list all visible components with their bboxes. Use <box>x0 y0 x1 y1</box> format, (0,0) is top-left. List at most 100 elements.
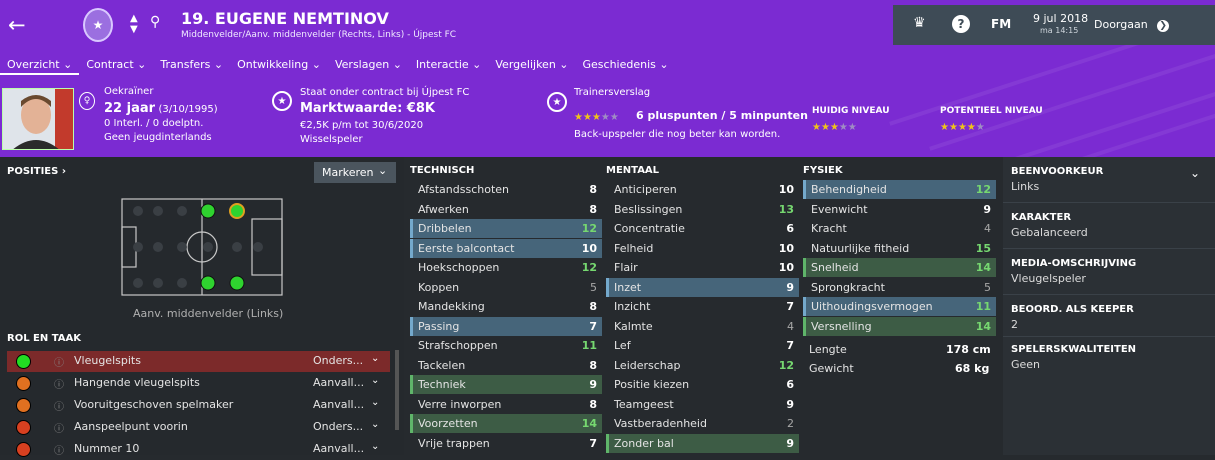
role-row[interactable]: ⓘ Hangende vleugelspits Aanvall... ⌄ <box>7 373 390 394</box>
attribute-name: Strafschoppen <box>418 339 498 352</box>
attribute-row[interactable]: Felheid 10 <box>606 239 799 258</box>
player-switch-arrows-icon[interactable]: ▲ ▼ <box>130 13 138 35</box>
attribute-row[interactable]: Positie kiezen 6 <box>606 375 799 394</box>
attribute-row[interactable]: Sprongkracht 5 <box>803 278 996 297</box>
role-duty[interactable]: Onders... <box>313 420 363 433</box>
attribute-row[interactable]: Inzicht 7 <box>606 297 799 316</box>
divider <box>1003 294 1215 295</box>
info-icon[interactable]: ⓘ <box>54 398 64 413</box>
attribute-row[interactable]: Verre inworpen 8 <box>410 395 602 414</box>
attribute-row[interactable]: Natuurlijke fitheid 15 <box>803 239 996 258</box>
attribute-row[interactable]: Snelheid 14 <box>803 258 996 277</box>
role-duty[interactable]: Aanvall... <box>313 398 364 411</box>
attribute-row[interactable]: Beslissingen 13 <box>606 200 799 219</box>
attribute-value: 14 <box>975 319 991 333</box>
attribute-row[interactable]: Voorzetten 14 <box>410 414 602 433</box>
info-icon[interactable]: ⓘ <box>54 376 64 391</box>
attribute-value: 14 <box>975 261 991 274</box>
role-row[interactable]: ⓘ Vooruitgeschoven spelmaker Aanvall... ⌄ <box>7 395 390 416</box>
attribute-row[interactable]: Teamgeest 9 <box>606 395 799 414</box>
attribute-row[interactable]: Tackelen 8 <box>410 356 602 375</box>
tab-transfers[interactable]: Transfers ⌄ <box>153 58 230 75</box>
attribute-row[interactable]: Techniek 9 <box>410 375 602 394</box>
attribute-value: 6 <box>786 222 794 235</box>
coach-rating-stars: ★★★★★ <box>574 110 619 123</box>
fm-button[interactable]: FM <box>991 17 1011 31</box>
marker-dropdown[interactable]: Markeren ⌄ <box>314 162 396 183</box>
attribute-row[interactable]: Afwerken 8 <box>410 200 602 219</box>
role-row[interactable]: ⓘ Aanspeelpunt voorin Onders... ⌄ <box>7 417 390 438</box>
attribute-row[interactable]: Dribbelen 12 <box>410 219 602 238</box>
info-icon[interactable]: ⓘ <box>54 420 64 435</box>
role-name: Vooruitgeschoven spelmaker <box>74 398 234 411</box>
trophy-icon[interactable]: ♛ <box>913 15 926 31</box>
media-description-title: MEDIA-OMSCHRIJVING <box>1011 258 1137 269</box>
role-duty[interactable]: Aanvall... <box>313 376 364 389</box>
roles-scrollbar[interactable] <box>395 350 399 430</box>
search-icon[interactable]: ⚲ <box>150 14 160 30</box>
attribute-row[interactable]: Inzet 9 <box>606 277 799 297</box>
nationality: Oekraïner <box>104 86 154 97</box>
attribute-row[interactable]: Hoekschoppen 12 <box>410 258 602 277</box>
chevron-down-icon: ⌄ <box>559 58 569 71</box>
attribute-row[interactable]: Behendigheid 12 <box>803 180 996 199</box>
role-row[interactable]: ⓘ Nummer 10 Aanvall... ⌄ <box>7 439 390 460</box>
attribute-name: Inzet <box>614 280 642 294</box>
back-arrow-icon[interactable]: ← <box>8 13 26 37</box>
attribute-row[interactable]: Flair 10 <box>606 258 799 277</box>
attribute-row[interactable]: Lef 7 <box>606 336 799 355</box>
tab-overview[interactable]: Overzicht ⌄ <box>0 58 80 75</box>
tab-compare[interactable]: Vergelijken ⌄ <box>488 58 575 75</box>
squad-status: Wisselspeler <box>300 134 363 145</box>
attribute-row[interactable]: Zonder bal 9 <box>606 433 799 453</box>
attribute-row[interactable]: Eerste balcontact 10 <box>410 238 602 258</box>
birth-date: (3/10/1995) <box>158 104 218 115</box>
technical-title: TECHNISCH <box>410 165 475 176</box>
attribute-row[interactable]: Passing 7 <box>410 316 602 336</box>
tab-interaction[interactable]: Interactie ⌄ <box>409 58 488 75</box>
star-icon: ★ <box>975 122 985 133</box>
current-ability-stars: ★★★★★ <box>812 120 857 133</box>
chevron-down-icon: ⌄ <box>472 58 482 71</box>
attribute-row[interactable]: Vrije trappen 7 <box>410 434 602 453</box>
attribute-row[interactable]: Leiderschap 12 <box>606 356 799 375</box>
preferred-foot-title: BEENVOORKEUR <box>1011 166 1104 177</box>
collapse-chevron-icon[interactable]: ⌄ <box>1190 166 1200 180</box>
attribute-row[interactable]: Kracht 4 <box>803 219 996 238</box>
attribute-row[interactable]: Uithoudingsvermogen 11 <box>803 297 996 316</box>
attribute-value: 12 <box>975 183 991 196</box>
attribute-row[interactable]: Strafschoppen 11 <box>410 336 602 355</box>
attribute-row[interactable]: Anticiperen 10 <box>606 180 799 199</box>
help-icon[interactable]: ? <box>952 15 970 33</box>
positions-title[interactable]: POSITIES › <box>7 166 66 177</box>
attribute-value: 5 <box>984 280 991 294</box>
attribute-row[interactable]: Mandekking 8 <box>410 297 602 316</box>
tab-contract[interactable]: Contract ⌄ <box>79 58 153 75</box>
tab-development[interactable]: Ontwikkeling ⌄ <box>230 58 328 75</box>
info-icon[interactable]: ⓘ <box>54 354 64 369</box>
attribute-row[interactable]: Concentratie 6 <box>606 219 799 238</box>
attribute-row[interactable]: Evenwicht 9 <box>803 200 996 219</box>
attribute-name: Voorzetten <box>418 417 478 430</box>
attribute-row[interactable]: Afstandsschoten 8 <box>410 180 602 199</box>
attribute-row[interactable]: Kalmte 4 <box>606 317 799 336</box>
attribute-name: Mandekking <box>418 300 485 313</box>
star-icon: ★ <box>966 122 976 133</box>
attribute-name: Evenwicht <box>811 202 868 216</box>
tab-reports[interactable]: Verslagen ⌄ <box>328 58 409 75</box>
role-duty[interactable]: Onders... <box>313 354 363 367</box>
attribute-value: 10 <box>778 241 794 255</box>
tab-history[interactable]: Geschiedenis ⌄ <box>576 58 676 75</box>
role-row[interactable]: ⓘ Vleugelspits Onders... ⌄ <box>7 351 390 372</box>
continue-button[interactable]: Doorgaan ❯ <box>1094 18 1170 32</box>
attribute-name: Behendigheid <box>811 183 887 196</box>
coach-star-icon: ★ <box>547 92 567 112</box>
role-name: Vleugelspits <box>74 354 141 367</box>
keeper-rating: BEOORD. ALS KEEPER 2 <box>1011 304 1134 331</box>
attribute-row[interactable]: Vastberadenheid 2 <box>606 414 799 433</box>
attribute-row[interactable]: Versnelling 14 <box>803 316 996 336</box>
age: 22 jaar (3/10/1995) <box>104 101 218 116</box>
attribute-row[interactable]: Koppen 5 <box>410 278 602 297</box>
role-duty[interactable]: Aanvall... <box>313 442 364 455</box>
club-crest-icon: ★ <box>83 8 113 42</box>
